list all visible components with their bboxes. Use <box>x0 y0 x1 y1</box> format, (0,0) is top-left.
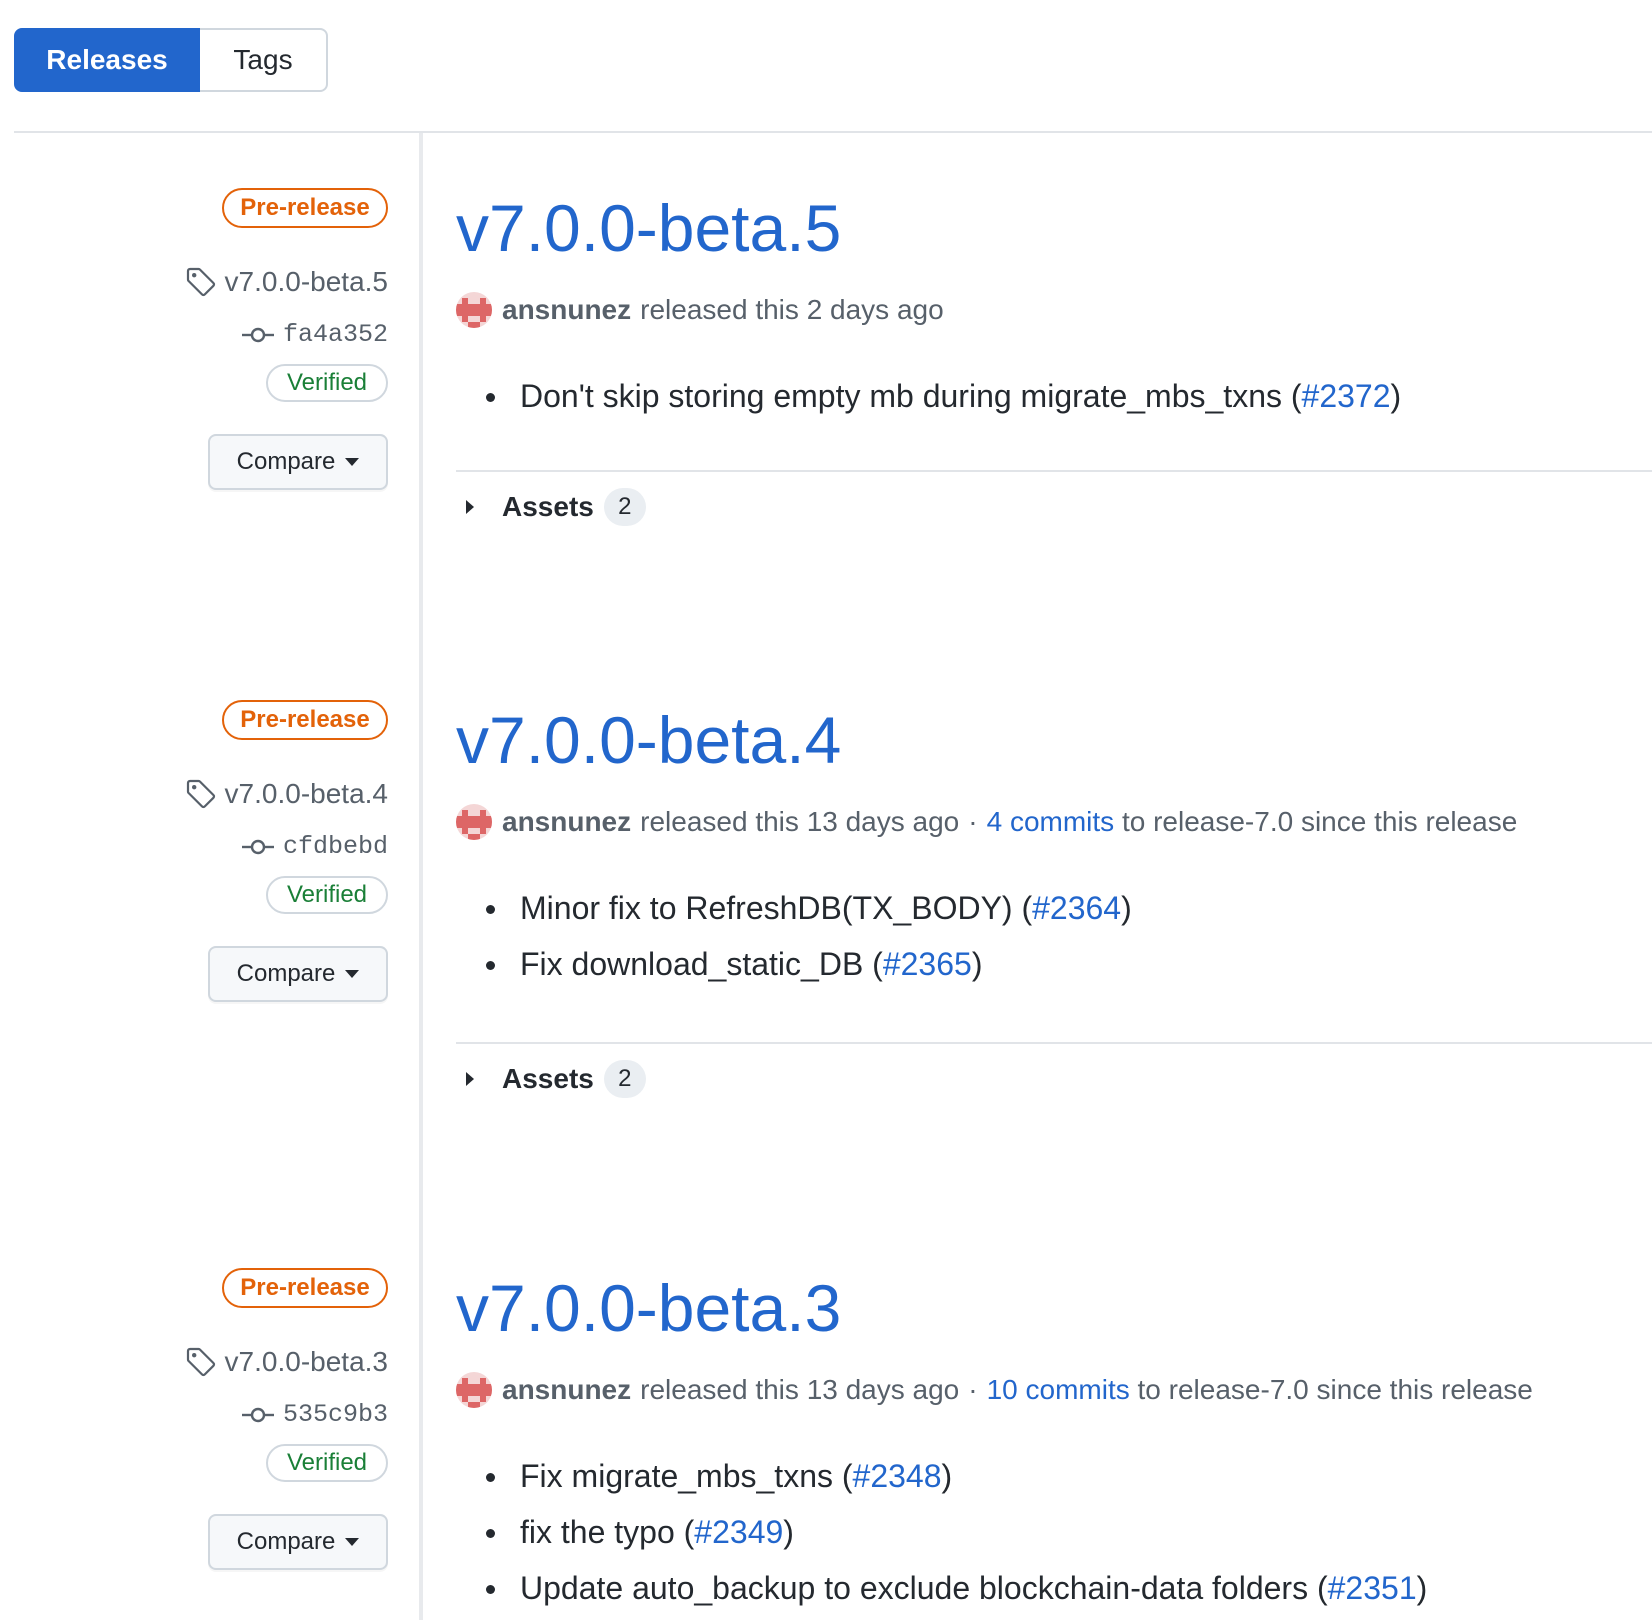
avatar[interactable] <box>456 292 492 328</box>
author-link[interactable]: ansnunez <box>502 294 631 326</box>
note-close: ) <box>941 1458 953 1494</box>
note-text: Minor fix to RefreshDB(TX_BODY) ( <box>520 890 1033 926</box>
verified-badge[interactable]: Verified <box>266 364 388 402</box>
compare-label: Compare <box>236 960 336 987</box>
release-notes: Fix migrate_mbs_txns (#2348) fix the typ… <box>456 1454 1427 1622</box>
pr-link[interactable]: #2372 <box>1302 378 1391 414</box>
commits-suffix: to release-7.0 since this release <box>1121 806 1518 837</box>
tag-icon <box>186 1347 215 1377</box>
tag-link[interactable]: v7.0.0-beta.4 <box>185 778 388 810</box>
release-byline: ansnunez released this 13 days ago · 4 c… <box>456 804 1517 840</box>
note-close: ) <box>1121 890 1132 926</box>
triangle-right-icon <box>466 500 474 514</box>
release-age: 13 days ago <box>806 806 960 837</box>
tag-name: v7.0.0-beta.5 <box>224 266 388 297</box>
tag-link[interactable]: v7.0.0-beta.5 <box>185 266 388 298</box>
commits-suffix: to release-7.0 since this release <box>1137 1374 1533 1405</box>
note-text: Update auto_backup to exclude blockchain… <box>520 1570 1328 1606</box>
author-link[interactable]: ansnunez <box>502 1374 631 1406</box>
pr-link[interactable]: #2349 <box>694 1514 783 1550</box>
compare-button[interactable]: Compare <box>208 434 388 490</box>
assets-count: 2 <box>603 488 646 526</box>
release-notes: Don't skip storing empty mb during migra… <box>456 374 1401 430</box>
release-title[interactable]: v7.0.0-beta.5 <box>456 188 841 268</box>
tab-tags[interactable]: Tags <box>200 28 328 92</box>
commit-sha: fa4a352 <box>282 320 388 349</box>
verified-badge[interactable]: Verified <box>266 876 388 914</box>
commits-link[interactable]: 4 commits <box>987 806 1115 838</box>
commits-link[interactable]: 10 commits <box>987 1374 1130 1406</box>
assets-label: Assets <box>502 1063 594 1094</box>
git-commit-icon <box>241 1407 274 1422</box>
caret-down-icon <box>345 970 360 978</box>
list-item: Minor fix to RefreshDB(TX_BODY) (#2364) <box>456 886 1132 942</box>
commit-sha: 535c9b3 <box>282 1400 388 1429</box>
tag-link[interactable]: v7.0.0-beta.3 <box>185 1346 388 1378</box>
pr-link[interactable]: #2348 <box>853 1458 942 1494</box>
git-commit-icon <box>241 327 274 342</box>
timeline-divider <box>419 133 423 1620</box>
avatar[interactable] <box>456 1372 492 1408</box>
commit-link[interactable]: fa4a352 <box>241 320 388 349</box>
released-label: released this <box>640 294 799 325</box>
pr-link[interactable]: #2365 <box>883 946 972 982</box>
note-text: Don't skip storing empty mb during migra… <box>520 378 1302 414</box>
tag-icon <box>186 779 215 809</box>
caret-down-icon <box>345 1538 360 1546</box>
tag-icon <box>186 267 215 297</box>
release-byline: ansnunez released this 2 days ago <box>456 292 944 328</box>
release-age: 2 days ago <box>806 294 944 325</box>
git-commit-icon <box>241 839 274 854</box>
header-divider <box>14 131 1652 133</box>
pr-link[interactable]: #2364 <box>1032 890 1121 926</box>
assets-toggle[interactable]: Assets 2 <box>466 488 646 526</box>
list-item: Fix migrate_mbs_txns (#2348) <box>456 1454 1427 1510</box>
release-tabs: Releases Tags <box>14 28 328 92</box>
assets-label: Assets <box>502 491 594 522</box>
compare-button[interactable]: Compare <box>208 1514 388 1570</box>
release-age: 13 days ago <box>806 1374 960 1405</box>
prerelease-badge: Pre-release <box>222 1268 388 1308</box>
commit-link[interactable]: cfdbebd <box>241 832 388 861</box>
released-label: released this <box>640 1374 799 1405</box>
list-item: Fix download_static_DB (#2365) <box>456 942 1132 998</box>
triangle-right-icon <box>466 1072 474 1086</box>
verified-badge[interactable]: Verified <box>266 1444 388 1482</box>
prerelease-badge: Pre-release <box>222 700 388 740</box>
note-close: ) <box>971 946 983 982</box>
tag-name: v7.0.0-beta.4 <box>224 778 388 809</box>
commit-link[interactable]: 535c9b3 <box>241 1400 388 1429</box>
caret-down-icon <box>345 458 360 466</box>
assets-toggle[interactable]: Assets 2 <box>466 1060 646 1098</box>
list-item: fix the typo (#2349) <box>456 1510 1427 1566</box>
compare-label: Compare <box>236 1528 336 1555</box>
prerelease-badge: Pre-release <box>222 188 388 228</box>
note-text: Fix download_static_DB ( <box>520 946 883 982</box>
released-label: released this <box>640 806 799 837</box>
compare-label: Compare <box>236 448 336 475</box>
release-title[interactable]: v7.0.0-beta.3 <box>456 1268 841 1348</box>
list-item: Don't skip storing empty mb during migra… <box>456 374 1401 430</box>
release-notes: Minor fix to RefreshDB(TX_BODY) (#2364) … <box>456 886 1132 998</box>
avatar[interactable] <box>456 804 492 840</box>
note-text: Fix migrate_mbs_txns ( <box>520 1458 853 1494</box>
section-divider <box>456 1042 1652 1044</box>
tab-releases[interactable]: Releases <box>14 28 200 92</box>
assets-count: 2 <box>603 1060 646 1098</box>
note-close: ) <box>1390 378 1402 414</box>
note-text: fix the typo ( <box>520 1514 695 1550</box>
note-close: ) <box>1416 1570 1428 1606</box>
pr-link[interactable]: #2351 <box>1328 1570 1417 1606</box>
release-byline: ansnunez released this 13 days ago · 10 … <box>456 1372 1533 1408</box>
separator-dot: · <box>968 1374 978 1405</box>
compare-button[interactable]: Compare <box>208 946 388 1002</box>
tag-name: v7.0.0-beta.3 <box>224 1346 388 1377</box>
author-link[interactable]: ansnunez <box>502 806 631 838</box>
release-title[interactable]: v7.0.0-beta.4 <box>456 700 841 780</box>
separator-dot: · <box>968 806 978 837</box>
note-close: ) <box>783 1514 794 1550</box>
commit-sha: cfdbebd <box>282 832 388 861</box>
list-item: Update auto_backup to exclude blockchain… <box>456 1566 1427 1622</box>
section-divider <box>456 470 1652 472</box>
